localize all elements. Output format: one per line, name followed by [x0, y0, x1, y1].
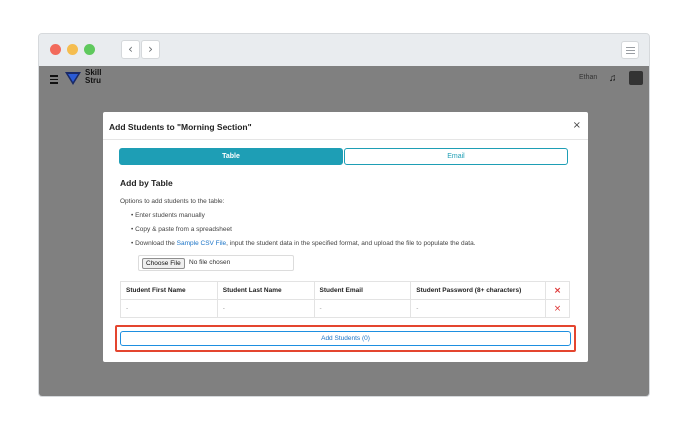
browser-toolbar: ‹ › — [39, 34, 649, 66]
sample-csv-link[interactable]: Sample CSV File — [177, 240, 227, 247]
column-header: Student Email — [313, 281, 412, 300]
choose-file-button[interactable]: Choose File — [142, 258, 185, 269]
logo-text: Skill Stru — [85, 68, 102, 85]
browser-menu-button[interactable] — [621, 41, 639, 59]
add-students-modal: Add Students to "Morning Section" × Tabl… — [103, 112, 588, 362]
page-overlay: Skill Stru Ethan ♫ Add Students to "Morn… — [39, 66, 649, 396]
back-button[interactable]: ‹ — [121, 40, 140, 59]
tab-table[interactable]: Table — [119, 148, 343, 165]
logo-icon — [65, 72, 81, 85]
minimize-window-button[interactable] — [67, 44, 78, 55]
column-header: Student Last Name — [216, 281, 315, 300]
app-header: Skill Stru Ethan ♫ — [39, 66, 649, 92]
forward-button[interactable]: › — [141, 40, 160, 59]
table-header-row: Student First Name Student Last Name Stu… — [120, 281, 571, 300]
bell-icon[interactable]: ♫ — [609, 73, 617, 84]
options-list: Enter students manually Copy & paste fro… — [131, 212, 476, 254]
delete-column-icon[interactable]: × — [544, 281, 571, 300]
list-item: Enter students manually — [131, 212, 476, 226]
list-item: Download the Sample CSV File, input the … — [131, 240, 475, 254]
tab-email[interactable]: Email — [344, 148, 568, 165]
delete-row-icon[interactable]: × — [544, 299, 571, 318]
file-input[interactable]: Choose File No file chosen — [138, 255, 294, 271]
list-item: Copy & paste from a spreadsheet — [131, 226, 476, 240]
avatar[interactable] — [629, 71, 643, 85]
hamburger-menu-icon[interactable] — [50, 75, 58, 86]
password-cell[interactable]: - — [410, 299, 546, 318]
browser-window: ‹ › Skill Stru Ethan ♫ Add Students to "… — [38, 33, 650, 397]
close-icon[interactable]: × — [573, 120, 581, 131]
column-header: Student Password (8+ characters) — [410, 281, 546, 300]
modal-title: Add Students to "Morning Section" — [109, 122, 252, 132]
table-row: - - - - × — [120, 299, 571, 318]
students-table: Student First Name Student Last Name Stu… — [120, 281, 571, 318]
add-students-button[interactable]: Add Students (0) — [120, 331, 571, 346]
first-name-cell[interactable]: - — [120, 299, 218, 318]
email-cell[interactable]: - — [313, 299, 412, 318]
column-header: Student First Name — [120, 281, 218, 300]
file-status: No file chosen — [189, 259, 231, 266]
last-name-cell[interactable]: - — [216, 299, 315, 318]
divider — [103, 139, 588, 140]
user-name[interactable]: Ethan — [579, 74, 597, 81]
intro-text: Options to add students to the table: — [120, 198, 225, 205]
close-window-button[interactable] — [50, 44, 61, 55]
add-students-highlight: Add Students (0) — [115, 325, 576, 352]
section-title: Add by Table — [120, 178, 173, 188]
maximize-window-button[interactable] — [84, 44, 95, 55]
